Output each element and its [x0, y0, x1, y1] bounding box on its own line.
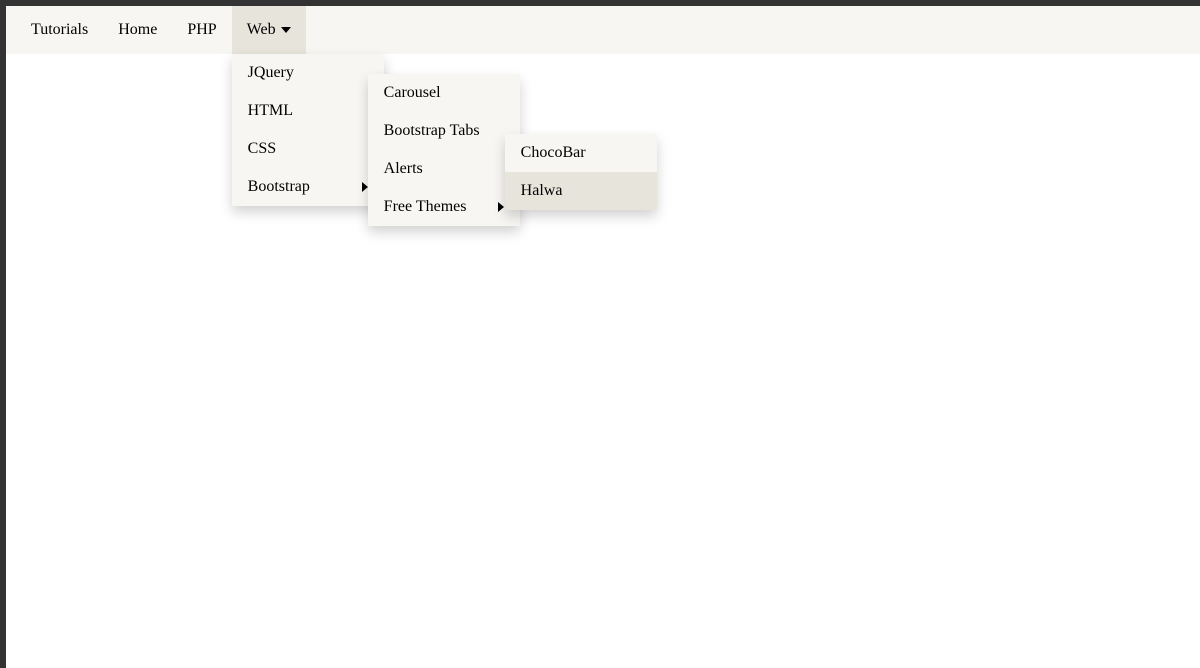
- dropdown-item-carousel[interactable]: Carousel: [368, 74, 520, 112]
- dropdown-web: JQuery HTML CSS Bootstrap: [232, 54, 384, 206]
- nav-label: PHP: [187, 21, 216, 39]
- nav-label: Home: [118, 21, 157, 39]
- dropdown-item-chocobar[interactable]: ChocoBar: [505, 134, 657, 172]
- dropdown-item-bootstrap-tabs[interactable]: Bootstrap Tabs: [368, 112, 520, 150]
- nav-php[interactable]: PHP: [172, 6, 231, 54]
- dropdown-item-jquery[interactable]: JQuery: [232, 54, 384, 92]
- dropdown-free-themes: ChocoBar Halwa: [505, 134, 657, 210]
- dropdown-label: Free Themes: [384, 198, 467, 216]
- dropdown-item-bootstrap[interactable]: Bootstrap: [232, 168, 384, 206]
- navbar: Tutorials Home PHP Web JQuery HTML CSS: [6, 6, 1200, 54]
- dropdown-item-alerts[interactable]: Alerts: [368, 150, 520, 188]
- dropdown-label: HTML: [248, 102, 293, 120]
- dropdown-label: JQuery: [248, 64, 294, 82]
- app-frame: Tutorials Home PHP Web JQuery HTML CSS: [0, 0, 1200, 668]
- nav-web[interactable]: Web JQuery HTML CSS Bootstrap: [232, 6, 306, 54]
- dropdown-bootstrap: Carousel Bootstrap Tabs Alerts Free Them…: [368, 74, 520, 226]
- dropdown-item-html[interactable]: HTML: [232, 92, 384, 130]
- nav-tutorials[interactable]: Tutorials: [16, 6, 103, 54]
- caret-right-icon: [498, 202, 504, 212]
- nav-label: Web: [247, 21, 276, 39]
- nav-home[interactable]: Home: [103, 6, 172, 54]
- nav-label: Tutorials: [31, 21, 88, 39]
- dropdown-label: ChocoBar: [521, 144, 586, 162]
- dropdown-label: Bootstrap: [248, 178, 310, 196]
- dropdown-label: Carousel: [384, 84, 441, 102]
- dropdown-item-css[interactable]: CSS: [232, 130, 384, 168]
- dropdown-label: Halwa: [521, 182, 563, 200]
- dropdown-label: Alerts: [384, 160, 423, 178]
- caret-down-icon: [281, 27, 291, 33]
- dropdown-item-halwa[interactable]: Halwa: [505, 172, 657, 210]
- dropdown-label: CSS: [248, 140, 276, 158]
- dropdown-label: Bootstrap Tabs: [384, 122, 480, 140]
- dropdown-item-free-themes[interactable]: Free Themes: [368, 188, 520, 226]
